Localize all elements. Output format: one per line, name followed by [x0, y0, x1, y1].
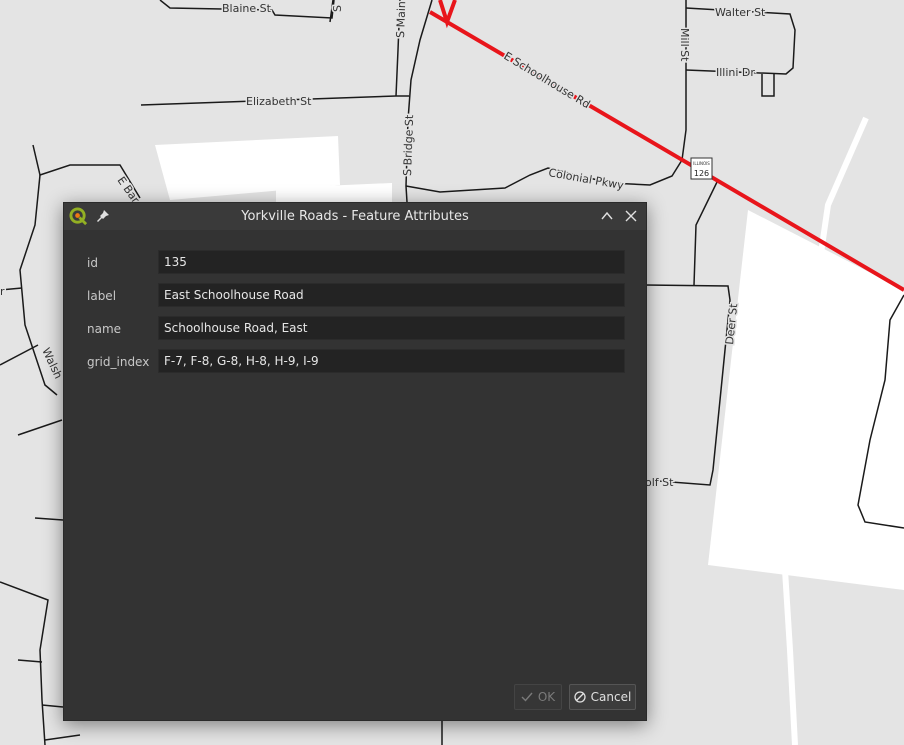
field-row-name: name — [64, 316, 646, 342]
field-label: label — [87, 289, 117, 303]
street-label: S — [331, 5, 344, 12]
collapse-icon[interactable] — [600, 209, 614, 223]
street-label: Walter St — [715, 6, 766, 19]
route-shield-icon: ILLINOIS 126 — [690, 157, 713, 180]
street-label: r — [0, 285, 5, 298]
ok-button[interactable]: OK — [514, 684, 562, 710]
street-label: Blaine St — [222, 2, 272, 15]
street-label: Walsh — [39, 346, 65, 381]
cancel-icon — [574, 691, 586, 703]
field-label: grid_index — [87, 355, 150, 369]
field-row-id: id — [64, 250, 646, 276]
name-field[interactable] — [158, 316, 625, 340]
street-label: S Bridge St — [401, 114, 416, 176]
ok-label: OK — [537, 690, 556, 704]
field-row-label: label — [64, 283, 646, 309]
street-label: Mill St — [678, 28, 691, 62]
id-field[interactable] — [158, 250, 625, 274]
path — [782, 569, 798, 745]
street-label: Elizabeth St — [246, 95, 312, 108]
route-shield-top: ILLINOIS — [693, 161, 710, 166]
field-label: id — [87, 256, 98, 270]
street-label: Colonial Pkwy — [547, 166, 625, 192]
dialog-titlebar[interactable]: Yorkville Roads - Feature Attributes — [64, 203, 646, 230]
cancel-label: Cancel — [590, 690, 632, 704]
feature-attributes-dialog: Yorkville Roads - Feature Attributes id … — [63, 202, 647, 721]
field-row-grid-index: grid_index — [64, 349, 646, 375]
path — [817, 116, 869, 261]
label-field[interactable] — [158, 283, 625, 307]
field-label: name — [87, 322, 122, 336]
street-label: S Main — [394, 1, 408, 38]
cancel-button[interactable]: Cancel — [569, 684, 636, 710]
checkmark-icon — [521, 692, 533, 702]
street-label: olf St — [645, 476, 674, 489]
dialog-title: Yorkville Roads - Feature Attributes — [241, 209, 469, 224]
grid-index-field[interactable] — [158, 349, 625, 373]
close-icon[interactable] — [624, 209, 638, 223]
street-label: E Schoolhouse Rd — [501, 49, 592, 111]
parcel — [708, 210, 904, 590]
route-shield-number: 126 — [694, 169, 709, 178]
street-label: Illini Dr — [716, 66, 755, 79]
